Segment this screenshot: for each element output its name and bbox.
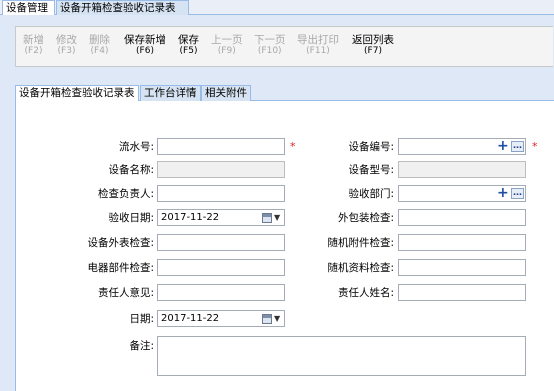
back-to-list-button-key: (F7) — [364, 46, 382, 56]
docs-check-input[interactable] — [398, 259, 526, 276]
delete-button[interactable]: 删除 (F4) — [89, 35, 110, 57]
device-model-label: 设备型号: — [348, 164, 394, 176]
tab-attachments[interactable]: 相关附件 — [201, 85, 251, 101]
device-no-required-mark: * — [532, 140, 538, 153]
export-print-button[interactable]: 导出打印 (F11) — [297, 35, 339, 57]
inspector-input[interactable] — [157, 185, 285, 202]
person-name-input[interactable] — [398, 284, 526, 301]
serial-no-label: 流水号: — [118, 141, 154, 153]
accept-date-label: 验收日期: — [108, 212, 154, 224]
next-page-button-label: 下一页 — [254, 34, 286, 46]
device-no-label: 设备编号: — [348, 141, 394, 153]
date-label: 日期: — [129, 313, 154, 325]
chevron-down-icon[interactable]: ▼ — [274, 315, 280, 323]
prev-page-button-key: (F9) — [217, 46, 236, 56]
delete-button-key: (F4) — [90, 46, 109, 56]
add-button-key: (F2) — [24, 46, 43, 56]
accessory-check-label: 随机附件检查: — [327, 237, 394, 249]
delete-button-label: 删除 — [89, 34, 110, 46]
package-check-label: 外包装检查: — [337, 212, 394, 224]
add-device-icon[interactable]: + — [497, 139, 509, 153]
save-button-label: 保存 — [178, 34, 199, 46]
add-dept-icon[interactable]: + — [497, 186, 509, 200]
tab-equipment-management[interactable]: 设备管理 — [2, 0, 55, 15]
device-model-input — [398, 161, 526, 178]
chevron-down-icon[interactable]: ▼ — [274, 214, 280, 222]
dept-label: 验收部门: — [348, 188, 394, 200]
opinion-label: 责任人意见: — [97, 287, 154, 299]
next-page-button[interactable]: 下一页 (F10) — [254, 35, 286, 57]
edit-button[interactable]: 修改 (F3) — [56, 35, 77, 57]
prev-page-button-label: 上一页 — [211, 34, 243, 46]
top-tab-strip: 设备管理 设备开箱检查验收记录表 — [0, 0, 554, 15]
appearance-check-label: 设备外表检查: — [87, 237, 154, 249]
device-name-label: 设备名称: — [108, 164, 154, 176]
add-button-label: 新增 — [23, 34, 44, 46]
toolbar: 新增 (F2) 修改 (F3) 删除 (F4) 保存新增 (F6) 保存 (F5… — [15, 26, 553, 67]
electrical-check-input[interactable] — [157, 259, 285, 276]
back-to-list-button[interactable]: 返回列表 (F7) — [352, 35, 394, 57]
back-to-list-button-label: 返回列表 — [352, 34, 394, 46]
person-name-label: 责任人姓名: — [337, 287, 394, 299]
calendar-icon[interactable] — [262, 314, 272, 324]
browse-device-icon[interactable]: … — [511, 141, 524, 152]
save-and-add-button[interactable]: 保存新增 (F6) — [124, 35, 166, 57]
serial-no-required-mark: * — [290, 140, 296, 153]
electrical-check-label: 电器部件检查: — [87, 262, 154, 274]
serial-no-input[interactable] — [157, 138, 285, 155]
docs-check-label: 随机资料检查: — [327, 262, 394, 274]
save-button-key: (F5) — [179, 46, 198, 56]
next-page-button-key: (F10) — [257, 46, 282, 56]
inspector-label: 检查负责人: — [97, 188, 154, 200]
export-print-button-label: 导出打印 — [297, 34, 339, 46]
export-print-button-key: (F11) — [306, 46, 330, 56]
accessory-check-input[interactable] — [398, 234, 526, 251]
appearance-check-input[interactable] — [157, 234, 285, 251]
calendar-icon[interactable] — [262, 213, 272, 223]
prev-page-button[interactable]: 上一页 (F9) — [211, 35, 243, 57]
tab-workbench-details[interactable]: 工作台详情 — [140, 85, 201, 101]
tab-record-form[interactable]: 设备开箱检查验收记录表 — [15, 85, 139, 102]
opinion-input[interactable] — [157, 284, 285, 301]
sub-tab-strip: 设备开箱检查验收记录表 工作台详情 相关附件 — [15, 84, 554, 102]
save-and-add-button-key: (F6) — [136, 46, 154, 56]
tab-unboxing-record[interactable]: 设备开箱检查验收记录表 — [56, 0, 189, 15]
remark-label: 备注: — [129, 340, 154, 352]
edit-button-label: 修改 — [56, 34, 77, 46]
package-check-input[interactable] — [398, 209, 526, 226]
edit-button-key: (F3) — [57, 46, 76, 56]
remark-textarea[interactable] — [157, 336, 526, 376]
browse-dept-icon[interactable]: … — [511, 188, 524, 199]
save-button[interactable]: 保存 (F5) — [178, 35, 199, 57]
device-name-input — [157, 161, 285, 178]
save-and-add-button-label: 保存新增 — [124, 34, 166, 46]
add-button[interactable]: 新增 (F2) — [23, 35, 44, 57]
